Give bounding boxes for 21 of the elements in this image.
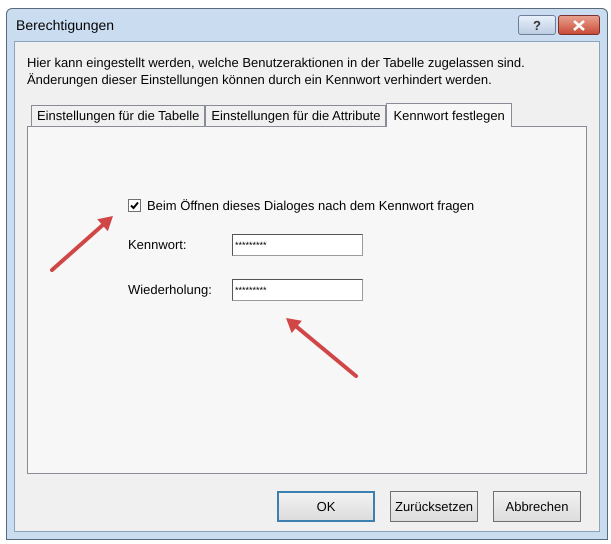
password-field[interactable]: *********: [232, 279, 363, 301]
field-label: Kennwort:: [128, 236, 188, 254]
checkbox-label: Beim Öffnen dieses Dialoges nach dem Kennwort fragen: [147, 197, 474, 215]
description-text: Änderungen dieser Einstellungen können durch ein Kennwort verhindert werden.: [27, 71, 493, 88]
arrow-annotation: [50, 216, 113, 272]
close-icon: [572, 20, 586, 30]
checkmark-icon: [130, 201, 139, 210]
window-title: Berechtigungen: [16, 16, 114, 35]
help-button[interactable]: ?: [518, 15, 556, 35]
close-button[interactable]: [558, 15, 600, 35]
dialog-button[interactable]: Zurücksetzen: [390, 491, 478, 522]
arrow-annotation: [286, 318, 358, 378]
dialog-button[interactable]: Abbrechen: [493, 491, 581, 522]
password-field[interactable]: *********: [232, 234, 363, 256]
field-label: Wiederholung:: [128, 281, 213, 300]
description-text: Hier kann eingestellt werden, welche Benutzeraktionen in der Tabelle zugelassen sind.: [27, 54, 526, 71]
tab[interactable]: Einstellungen für die Tabelle: [31, 105, 206, 126]
tab[interactable]: Kennwort festlegen: [386, 103, 512, 127]
checkbox[interactable]: [128, 199, 141, 212]
dialog-button[interactable]: OK: [277, 491, 375, 522]
tab[interactable]: Einstellungen für die Attribute: [205, 105, 386, 126]
